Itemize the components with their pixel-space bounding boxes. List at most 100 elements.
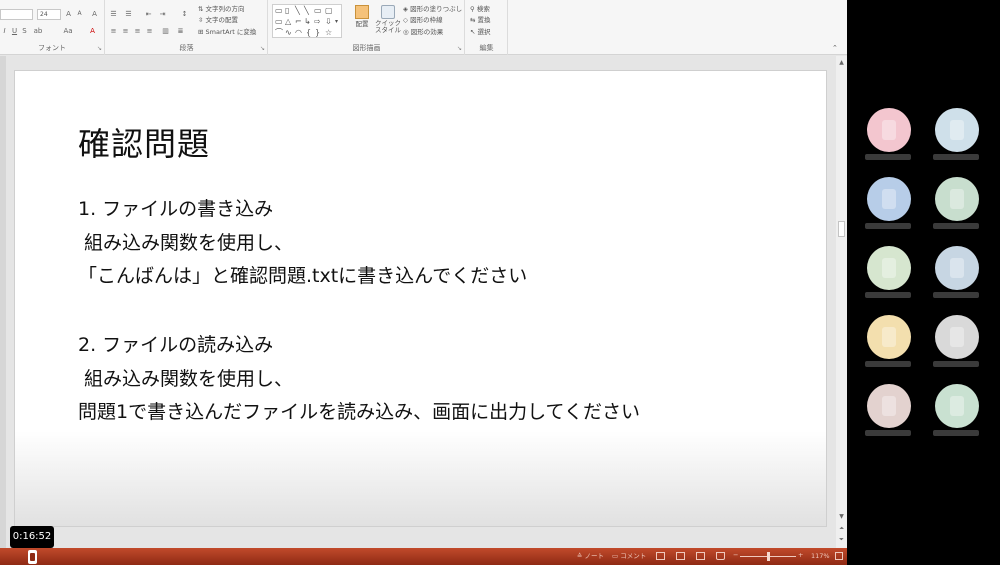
rounded-rect-shape-icon[interactable]: ▢ (325, 6, 333, 15)
curve-shape-icon[interactable]: ⌒ (275, 28, 283, 37)
find-button[interactable]: ⚲ 検索 (470, 5, 490, 14)
align-left-icon[interactable]: ≡ (109, 27, 118, 35)
shapes-gallery[interactable]: ▭ ▯ ╲ ╲ ▭ ▢ ▭ △ ⌐ ↳ ⇨ ⇩ ⌒ ∿ ◠ { } ☆ ▾ (272, 4, 342, 38)
font-dialog-launcher-icon[interactable]: ↘ (97, 45, 102, 52)
participant-tile[interactable] (859, 315, 919, 371)
rect2-shape-icon[interactable]: ▭ (275, 17, 283, 26)
slide-body-line[interactable]: 問題1で書き込んだファイルを読み込み、画面に出力してください (78, 397, 640, 424)
participant-tile[interactable] (927, 108, 987, 164)
connector-shape-icon[interactable]: ⌐ (295, 17, 302, 26)
quick-style-button[interactable]: クイック スタイル (375, 5, 401, 34)
status-bar: ≙ ノート ▭ コメント − + 117% (0, 548, 847, 565)
align-center-icon[interactable]: ≡ (121, 27, 130, 35)
columns-icon[interactable]: ▥ (161, 27, 170, 35)
shape-outline-button[interactable]: ◇ 図形の枠線 (403, 16, 443, 25)
comments-button[interactable]: ▭ コメント (612, 551, 646, 561)
shrink-font-icon[interactable]: A (75, 10, 84, 18)
scroll-down-icon[interactable]: ▼ (837, 512, 846, 521)
slide-canvas[interactable]: 確認問題 1. ファイルの書き込み 組み込み関数を使用し、 「こんばんは」と確認… (14, 70, 827, 527)
font-size-box[interactable]: 24 (37, 9, 61, 20)
scroll-thumb[interactable] (838, 221, 845, 237)
font-color-icon[interactable]: A (88, 27, 97, 35)
bullets-icon[interactable]: ☰ (109, 10, 118, 18)
line-spacing-icon[interactable]: ↕ (180, 10, 189, 18)
textbox-shape-icon[interactable]: ▭ (275, 6, 283, 15)
participant-tile[interactable] (859, 384, 919, 440)
participant-tile[interactable] (859, 246, 919, 302)
participant-tile[interactable] (927, 315, 987, 371)
fit-to-window-icon[interactable] (835, 552, 843, 560)
participant-tile[interactable] (927, 177, 987, 233)
prev-slide-icon[interactable]: ⏶ (837, 524, 846, 533)
freeform-shape-icon[interactable]: ∿ (285, 28, 292, 37)
slide-sorter-icon[interactable] (676, 552, 685, 560)
slideshow-icon[interactable] (716, 552, 725, 560)
columns-layout-icon[interactable]: ≣ (176, 27, 185, 35)
slide-body-line[interactable]: 2. ファイルの読み込み (78, 330, 273, 357)
drawing-dialog-launcher-icon[interactable]: ↘ (457, 45, 462, 52)
triangle-shape-icon[interactable]: △ (285, 17, 291, 26)
italic-icon[interactable]: I (0, 27, 9, 35)
shapes-more-icon[interactable]: ▾ (335, 17, 338, 26)
char-spacing-icon[interactable]: ab (32, 27, 44, 35)
numbering-icon[interactable]: ☰ (124, 10, 133, 18)
arrange-button[interactable]: 配置 (351, 5, 373, 29)
smartart-button[interactable]: ⊞ SmartArt に変換 (198, 28, 256, 37)
arrow-down-shape-icon[interactable]: ⇩ (325, 17, 332, 26)
thumbnail-pane-edge[interactable] (0, 56, 6, 548)
zoom-in-button[interactable]: + (798, 550, 803, 560)
shape-fill-button[interactable]: ◈ 図形の塗りつぶし (403, 5, 462, 14)
video-progress-handle[interactable] (28, 550, 37, 564)
participant-tile[interactable] (927, 384, 987, 440)
participant-tile[interactable] (859, 177, 919, 233)
participant-tile[interactable] (927, 246, 987, 302)
arrow-right-shape-icon[interactable]: ⇨ (314, 17, 321, 26)
normal-view-icon[interactable] (656, 552, 665, 560)
vertical-textbox-shape-icon[interactable]: ▯ (285, 6, 289, 15)
next-slide-icon[interactable]: ⏷ (837, 535, 846, 544)
slide-title[interactable]: 確認問題 (78, 119, 210, 165)
zoom-level[interactable]: 117% (811, 551, 830, 561)
line-shape-icon[interactable]: ╲ (295, 6, 300, 15)
star-shape-icon[interactable]: ☆ (325, 28, 332, 37)
line2-shape-icon[interactable]: ╲ (304, 6, 309, 15)
slide-body-line[interactable]: 組み込み関数を使用し、 (78, 228, 293, 255)
reading-view-icon[interactable] (696, 552, 705, 560)
slide-body-line[interactable]: 組み込み関数を使用し、 (78, 364, 293, 391)
brace-left-shape-icon[interactable]: { (306, 28, 311, 37)
select-button[interactable]: ↖ 選択 (470, 28, 491, 37)
notes-button[interactable]: ≙ ノート (577, 551, 604, 561)
decrease-indent-icon[interactable]: ⇤ (144, 10, 153, 18)
vertical-scrollbar[interactable]: ▲ ▼ ⏶ ⏷ (836, 56, 847, 548)
slide-body-line[interactable]: 1. ファイルの書き込み (78, 194, 273, 221)
text-direction-button[interactable]: ⇅ 文字列の方向 (198, 5, 245, 14)
rectangle-shape-icon[interactable]: ▭ (314, 6, 322, 15)
align-text-button[interactable]: ⇳ 文字の配置 (198, 16, 238, 25)
paragraph-dialog-launcher-icon[interactable]: ↘ (260, 45, 265, 52)
collapse-ribbon-icon[interactable]: ⌃ (832, 44, 838, 53)
participant-avatar (935, 177, 979, 221)
strikethrough-icon[interactable]: S (20, 27, 29, 35)
font-name-box[interactable] (0, 9, 33, 20)
connector2-shape-icon[interactable]: ↳ (304, 17, 311, 26)
scroll-up-icon[interactable]: ▲ (837, 58, 846, 67)
shape-effects-button[interactable]: ◎ 図形の効果 (403, 28, 443, 37)
change-case-icon[interactable]: Aa (62, 27, 74, 35)
zoom-out-button[interactable]: − (733, 550, 738, 560)
justify-icon[interactable]: ≡ (145, 27, 154, 35)
underline-icon[interactable]: U (10, 27, 19, 35)
clear-format-icon[interactable]: A (90, 10, 99, 18)
brace-right-shape-icon[interactable]: } (315, 28, 320, 37)
align-right-icon[interactable]: ≡ (133, 27, 142, 35)
ribbon: 24 A A A I U S ab Aa A フォント ↘ ☰ ☰ ⇤ ⇥ ↕ … (0, 0, 847, 55)
zoom-slider-thumb[interactable] (767, 552, 770, 561)
slide-body-line[interactable]: 「こんばんは」と確認問題.txtに書き込んでください (78, 261, 527, 288)
increase-indent-icon[interactable]: ⇥ (158, 10, 167, 18)
replace-button[interactable]: ⇆ 置換 (470, 16, 491, 25)
drawing-group-label: 図形描画 (352, 44, 381, 52)
participant-tile[interactable] (859, 108, 919, 164)
slide-workspace: 確認問題 1. ファイルの書き込み 組み込み関数を使用し、 「こんばんは」と確認… (0, 56, 847, 548)
grow-font-icon[interactable]: A (64, 10, 73, 18)
arc-shape-icon[interactable]: ◠ (295, 28, 302, 37)
participant-avatar (867, 108, 911, 152)
